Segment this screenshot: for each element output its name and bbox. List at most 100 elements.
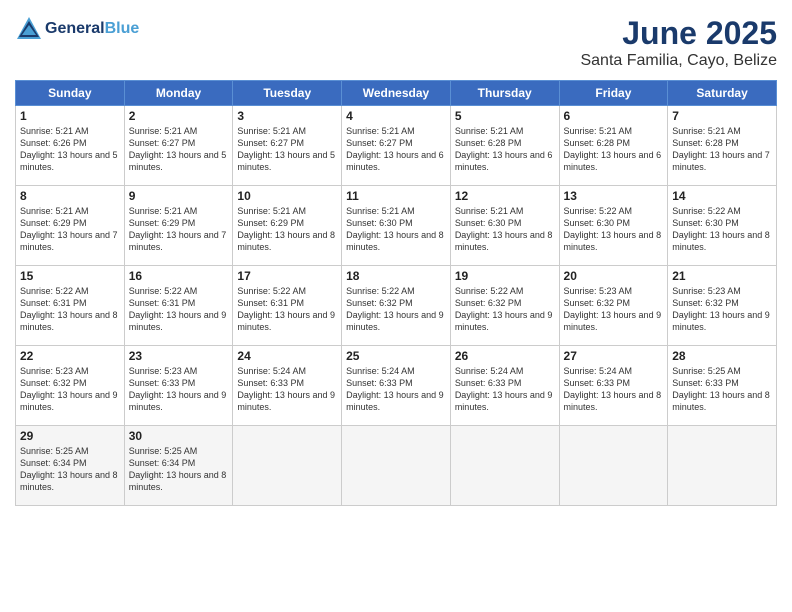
day-info: Sunrise: 5:23 AM Sunset: 6:32 PM Dayligh… — [672, 285, 772, 334]
daylight: Daylight: 13 hours and 8 minutes. — [20, 470, 118, 492]
sunset: Sunset: 6:32 PM — [564, 298, 631, 308]
sunset: Sunset: 6:27 PM — [346, 138, 413, 148]
calendar-cell: 12 Sunrise: 5:21 AM Sunset: 6:30 PM Dayl… — [450, 186, 559, 266]
sunrise: Sunrise: 5:23 AM — [129, 366, 198, 376]
day-number: 24 — [237, 349, 337, 363]
calendar-cell: 23 Sunrise: 5:23 AM Sunset: 6:33 PM Dayl… — [124, 346, 233, 426]
calendar-cell: 29 Sunrise: 5:25 AM Sunset: 6:34 PM Dayl… — [16, 426, 125, 506]
day-info: Sunrise: 5:25 AM Sunset: 6:34 PM Dayligh… — [129, 445, 229, 494]
sunrise: Sunrise: 5:22 AM — [20, 286, 89, 296]
sunset: Sunset: 6:26 PM — [20, 138, 87, 148]
sunrise: Sunrise: 5:22 AM — [346, 286, 415, 296]
day-info: Sunrise: 5:21 AM Sunset: 6:30 PM Dayligh… — [455, 205, 555, 254]
daylight: Daylight: 13 hours and 7 minutes. — [20, 230, 118, 252]
calendar-cell: 2 Sunrise: 5:21 AM Sunset: 6:27 PM Dayli… — [124, 106, 233, 186]
daylight: Daylight: 13 hours and 5 minutes. — [129, 150, 227, 172]
day-info: Sunrise: 5:23 AM Sunset: 6:32 PM Dayligh… — [564, 285, 664, 334]
calendar-cell: 21 Sunrise: 5:23 AM Sunset: 6:32 PM Dayl… — [668, 266, 777, 346]
sunset: Sunset: 6:33 PM — [237, 378, 304, 388]
sunrise: Sunrise: 5:21 AM — [346, 126, 415, 136]
daylight: Daylight: 13 hours and 8 minutes. — [672, 230, 770, 252]
calendar-cell — [668, 426, 777, 506]
calendar-cell — [342, 426, 451, 506]
daylight: Daylight: 13 hours and 9 minutes. — [455, 310, 553, 332]
daylight: Daylight: 13 hours and 9 minutes. — [237, 390, 335, 412]
day-info: Sunrise: 5:21 AM Sunset: 6:29 PM Dayligh… — [129, 205, 229, 254]
calendar-cell: 27 Sunrise: 5:24 AM Sunset: 6:33 PM Dayl… — [559, 346, 668, 426]
sunset: Sunset: 6:30 PM — [455, 218, 522, 228]
sunset: Sunset: 6:32 PM — [20, 378, 87, 388]
day-info: Sunrise: 5:23 AM Sunset: 6:32 PM Dayligh… — [20, 365, 120, 414]
calendar-cell: 10 Sunrise: 5:21 AM Sunset: 6:29 PM Dayl… — [233, 186, 342, 266]
day-info: Sunrise: 5:22 AM Sunset: 6:31 PM Dayligh… — [20, 285, 120, 334]
sunrise: Sunrise: 5:21 AM — [455, 206, 524, 216]
sunrise: Sunrise: 5:23 AM — [20, 366, 89, 376]
daylight: Daylight: 13 hours and 9 minutes. — [129, 390, 227, 412]
day-info: Sunrise: 5:22 AM Sunset: 6:30 PM Dayligh… — [564, 205, 664, 254]
daylight: Daylight: 13 hours and 8 minutes. — [564, 230, 662, 252]
sunrise: Sunrise: 5:21 AM — [237, 206, 306, 216]
day-info: Sunrise: 5:21 AM Sunset: 6:27 PM Dayligh… — [346, 125, 446, 174]
calendar-cell — [450, 426, 559, 506]
calendar-cell: 5 Sunrise: 5:21 AM Sunset: 6:28 PM Dayli… — [450, 106, 559, 186]
day-info: Sunrise: 5:21 AM Sunset: 6:28 PM Dayligh… — [455, 125, 555, 174]
sunset: Sunset: 6:34 PM — [20, 458, 87, 468]
sunset: Sunset: 6:27 PM — [129, 138, 196, 148]
calendar-cell: 25 Sunrise: 5:24 AM Sunset: 6:33 PM Dayl… — [342, 346, 451, 426]
day-info: Sunrise: 5:25 AM Sunset: 6:33 PM Dayligh… — [672, 365, 772, 414]
sunrise: Sunrise: 5:23 AM — [672, 286, 741, 296]
sunset: Sunset: 6:33 PM — [455, 378, 522, 388]
daylight: Daylight: 13 hours and 9 minutes. — [237, 310, 335, 332]
daylight: Daylight: 13 hours and 5 minutes. — [237, 150, 335, 172]
daylight: Daylight: 13 hours and 8 minutes. — [672, 390, 770, 412]
daylight: Daylight: 13 hours and 7 minutes. — [129, 230, 227, 252]
calendar-cell: 18 Sunrise: 5:22 AM Sunset: 6:32 PM Dayl… — [342, 266, 451, 346]
day-number: 12 — [455, 189, 555, 203]
day-info: Sunrise: 5:21 AM Sunset: 6:26 PM Dayligh… — [20, 125, 120, 174]
sunrise: Sunrise: 5:21 AM — [564, 126, 633, 136]
daylight: Daylight: 13 hours and 9 minutes. — [20, 390, 118, 412]
location-title: Santa Familia, Cayo, Belize — [580, 52, 777, 70]
calendar-table: SundayMondayTuesdayWednesdayThursdayFrid… — [15, 80, 777, 506]
day-info: Sunrise: 5:24 AM Sunset: 6:33 PM Dayligh… — [346, 365, 446, 414]
day-number: 13 — [564, 189, 664, 203]
day-number: 1 — [20, 109, 120, 123]
day-number: 26 — [455, 349, 555, 363]
day-number: 28 — [672, 349, 772, 363]
sunset: Sunset: 6:34 PM — [129, 458, 196, 468]
day-number: 21 — [672, 269, 772, 283]
calendar-cell: 19 Sunrise: 5:22 AM Sunset: 6:32 PM Dayl… — [450, 266, 559, 346]
day-number: 8 — [20, 189, 120, 203]
daylight: Daylight: 13 hours and 8 minutes. — [564, 390, 662, 412]
title-block: June 2025 Santa Familia, Cayo, Belize — [580, 15, 777, 70]
day-info: Sunrise: 5:21 AM Sunset: 6:30 PM Dayligh… — [346, 205, 446, 254]
day-info: Sunrise: 5:21 AM Sunset: 6:27 PM Dayligh… — [237, 125, 337, 174]
sunset: Sunset: 6:30 PM — [564, 218, 631, 228]
day-number: 11 — [346, 189, 446, 203]
calendar-cell: 1 Sunrise: 5:21 AM Sunset: 6:26 PM Dayli… — [16, 106, 125, 186]
sunrise: Sunrise: 5:24 AM — [346, 366, 415, 376]
sunset: Sunset: 6:32 PM — [672, 298, 739, 308]
sunset: Sunset: 6:29 PM — [129, 218, 196, 228]
sunrise: Sunrise: 5:22 AM — [672, 206, 741, 216]
sunrise: Sunrise: 5:21 AM — [455, 126, 524, 136]
day-number: 6 — [564, 109, 664, 123]
calendar-cell: 6 Sunrise: 5:21 AM Sunset: 6:28 PM Dayli… — [559, 106, 668, 186]
daylight: Daylight: 13 hours and 9 minutes. — [346, 390, 444, 412]
daylight: Daylight: 13 hours and 6 minutes. — [455, 150, 553, 172]
daylight: Daylight: 13 hours and 9 minutes. — [455, 390, 553, 412]
daylight: Daylight: 13 hours and 8 minutes. — [237, 230, 335, 252]
sunrise: Sunrise: 5:22 AM — [237, 286, 306, 296]
calendar-cell — [559, 426, 668, 506]
day-info: Sunrise: 5:22 AM Sunset: 6:30 PM Dayligh… — [672, 205, 772, 254]
day-info: Sunrise: 5:22 AM Sunset: 6:31 PM Dayligh… — [129, 285, 229, 334]
sunrise: Sunrise: 5:21 AM — [672, 126, 741, 136]
calendar-cell: 11 Sunrise: 5:21 AM Sunset: 6:30 PM Dayl… — [342, 186, 451, 266]
day-info: Sunrise: 5:21 AM Sunset: 6:29 PM Dayligh… — [20, 205, 120, 254]
day-number: 25 — [346, 349, 446, 363]
sunset: Sunset: 6:33 PM — [346, 378, 413, 388]
sunset: Sunset: 6:31 PM — [129, 298, 196, 308]
day-info: Sunrise: 5:22 AM Sunset: 6:32 PM Dayligh… — [346, 285, 446, 334]
sunset: Sunset: 6:27 PM — [237, 138, 304, 148]
calendar-cell: 28 Sunrise: 5:25 AM Sunset: 6:33 PM Dayl… — [668, 346, 777, 426]
